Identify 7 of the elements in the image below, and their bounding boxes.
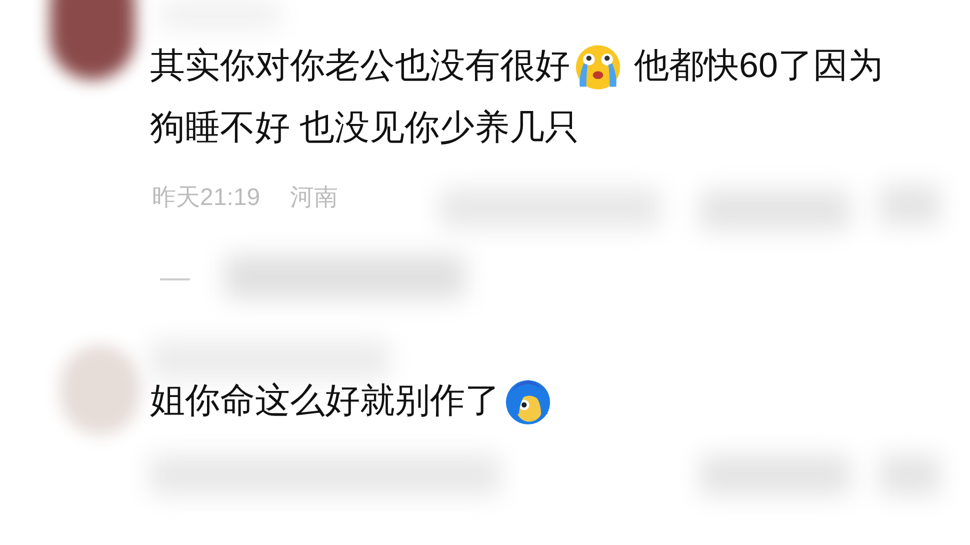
meta-text: 河南 — [290, 183, 338, 213]
comment-text: 其实你对你老公也没有很好 — [150, 45, 570, 87]
comment-text: 姐你命这么好就别作了 — [150, 380, 500, 422]
comment-text: 他都快60了因为 — [634, 45, 883, 87]
reply-dash: — — [160, 260, 190, 296]
comment-text: 狗睡不好 也没见你少养几只 — [150, 107, 580, 149]
meta-text: 昨天21:19 — [152, 183, 260, 213]
